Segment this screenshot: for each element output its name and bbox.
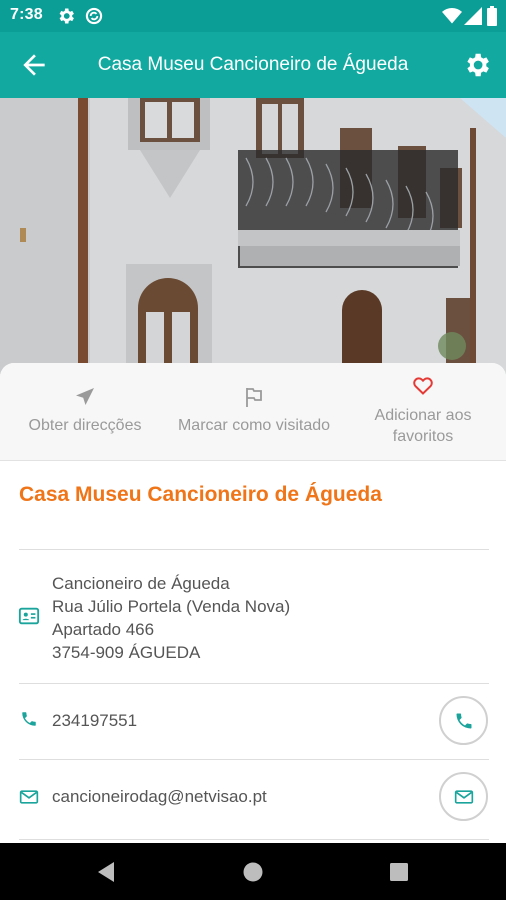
action-bar: Obter direcções Marcar como visitado Adi… (0, 363, 506, 461)
get-directions-button[interactable]: Obter direcções (14, 363, 156, 461)
gear-icon (59, 8, 74, 24)
place-title: Casa Museu Cancioneiro de Águeda (19, 483, 382, 506)
app-bar: Casa Museu Cancioneiro de Águeda (0, 32, 506, 98)
details-sheet: Obter direcções Marcar como visitado Adi… (0, 363, 506, 843)
page-title: Casa Museu Cancioneiro de Águeda (97, 54, 409, 75)
get-directions-label: Obter direcções (28, 417, 142, 434)
address-line: Apartado 466 (52, 620, 155, 639)
phone-icon (456, 713, 471, 728)
phone-number: 234197551 (52, 711, 138, 730)
back-triangle-icon[interactable] (95, 860, 119, 884)
heart-icon (413, 377, 433, 395)
mark-visited-button[interactable]: Marcar como visitado (162, 363, 346, 461)
recents-square-icon[interactable] (387, 860, 411, 884)
signal-icon (464, 7, 482, 25)
add-favorites-label: Adicionar aos favoritos (374, 407, 472, 445)
divider (19, 549, 489, 550)
mail-icon (19, 790, 39, 804)
navigation-arrow-icon (76, 388, 94, 405)
divider (19, 759, 489, 760)
system-nav-bar (0, 843, 506, 900)
battery-icon (487, 6, 497, 26)
address-block: Cancioneiro de Águeda Rua Júlio Portela … (52, 572, 290, 664)
address-line: Cancioneiro de Águeda (52, 574, 230, 593)
contact-card-icon (18, 607, 40, 625)
divider (19, 839, 489, 840)
back-arrow-icon[interactable] (18, 49, 50, 81)
call-button[interactable] (439, 696, 488, 745)
address-line: 3754-909 ÁGUEDA (52, 643, 201, 662)
wifi-icon (442, 8, 462, 24)
mail-icon (454, 789, 473, 804)
status-bar: 7:38 (0, 0, 506, 32)
phone-icon (22, 712, 36, 726)
email-button[interactable] (439, 772, 488, 821)
add-favorites-button[interactable]: Adicionar aos favoritos (358, 363, 488, 461)
settings-icon[interactable] (462, 50, 492, 80)
status-time: 7:38 (10, 6, 43, 23)
flag-icon (246, 388, 262, 407)
address-line: Rua Júlio Portela (Venda Nova) (52, 597, 291, 616)
divider (19, 683, 489, 684)
sync-icon (85, 7, 103, 25)
email-address: cancioneirodag@netvisao.pt (52, 787, 267, 806)
home-circle-icon[interactable] (241, 860, 265, 884)
place-photo (0, 98, 506, 378)
mark-visited-label: Marcar como visitado (177, 417, 331, 434)
